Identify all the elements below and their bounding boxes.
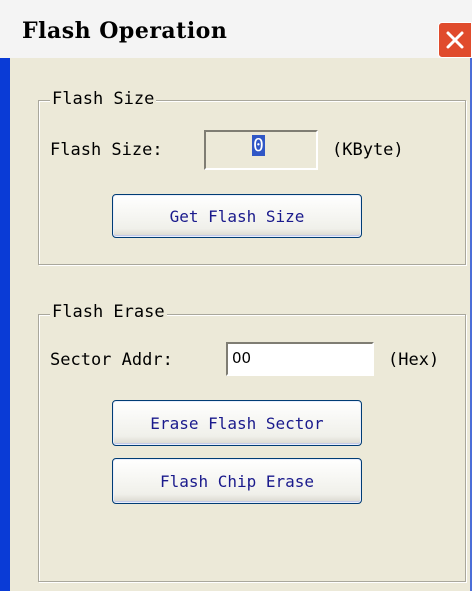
window-frame-left [0, 58, 10, 591]
flash-size-group [38, 100, 466, 265]
flash-size-field: 0 [204, 130, 318, 170]
sector-addr-label: Sector Addr: [50, 350, 173, 370]
get-flash-size-button[interactable]: Get Flash Size [112, 194, 362, 238]
close-icon [446, 31, 464, 49]
flash-erase-group-title: Flash Erase [50, 302, 167, 322]
flash-size-value: 0 [252, 135, 265, 156]
window-title: Flash Operation [22, 18, 228, 44]
flash-chip-erase-button[interactable]: Flash Chip Erase [112, 458, 362, 504]
title-bar[interactable]: Flash Operation [0, 0, 472, 58]
sector-addr-unit: (Hex) [388, 350, 440, 370]
erase-flash-sector-button[interactable]: Erase Flash Sector [112, 400, 362, 446]
flash-size-label: Flash Size: [50, 140, 163, 160]
sector-addr-input[interactable]: 00 [226, 342, 374, 376]
close-button[interactable] [438, 22, 472, 58]
flash-size-group-title: Flash Size [50, 89, 157, 109]
flash-size-unit: (KByte) [332, 140, 404, 160]
flash-operation-dialog: Flash Operation Flash Size Flash Size: 0… [0, 0, 472, 591]
dialog-client-area: Flash Size Flash Size: 0 (KByte) Get Fla… [10, 58, 470, 591]
